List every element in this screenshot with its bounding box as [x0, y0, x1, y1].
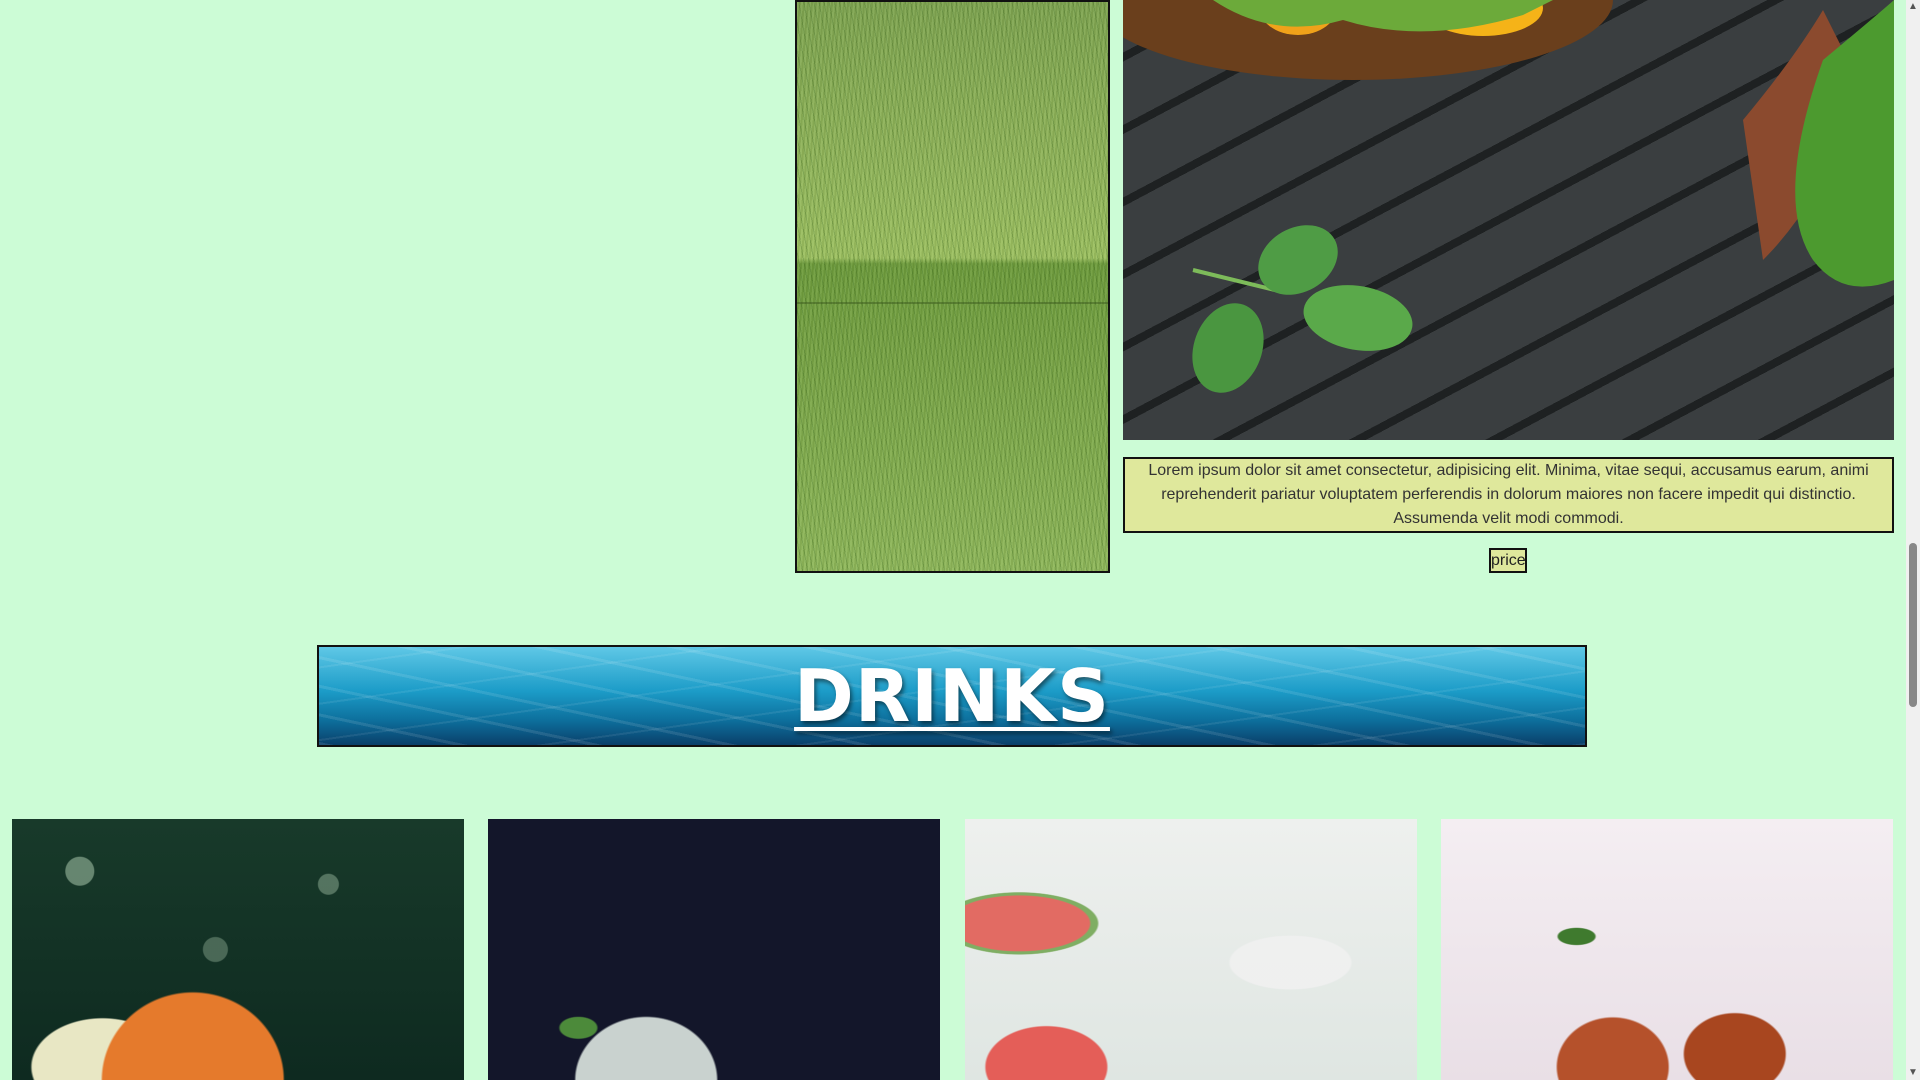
price-button[interactable]: price — [1489, 548, 1527, 573]
page-scrollbar[interactable]: ▲ ▼ — [1906, 0, 1920, 1080]
drinks-banner-title[interactable]: DRINKS — [794, 654, 1110, 738]
food-illustration — [1123, 0, 1894, 393]
food-description: Lorem ipsum dolor sit amet consectetur, … — [1123, 457, 1894, 533]
drink-card-iced-tea[interactable] — [1441, 819, 1893, 1080]
scroll-up-icon[interactable]: ▲ — [1908, 2, 1918, 12]
scroll-down-icon[interactable]: ▼ — [1908, 1068, 1918, 1078]
drink-card-watermelon[interactable] — [965, 819, 1417, 1080]
grass-horizon — [797, 302, 1108, 304]
drink-card-cocktail[interactable] — [12, 819, 464, 1080]
food-description-text: Lorem ipsum dolor sit amet consectetur, … — [1148, 462, 1869, 527]
drink-card-mojito[interactable] — [488, 819, 940, 1080]
grass-image — [795, 0, 1110, 573]
food-image — [1123, 0, 1894, 440]
drinks-banner: DRINKS — [317, 645, 1587, 747]
scrollbar-thumb[interactable] — [1909, 543, 1917, 707]
